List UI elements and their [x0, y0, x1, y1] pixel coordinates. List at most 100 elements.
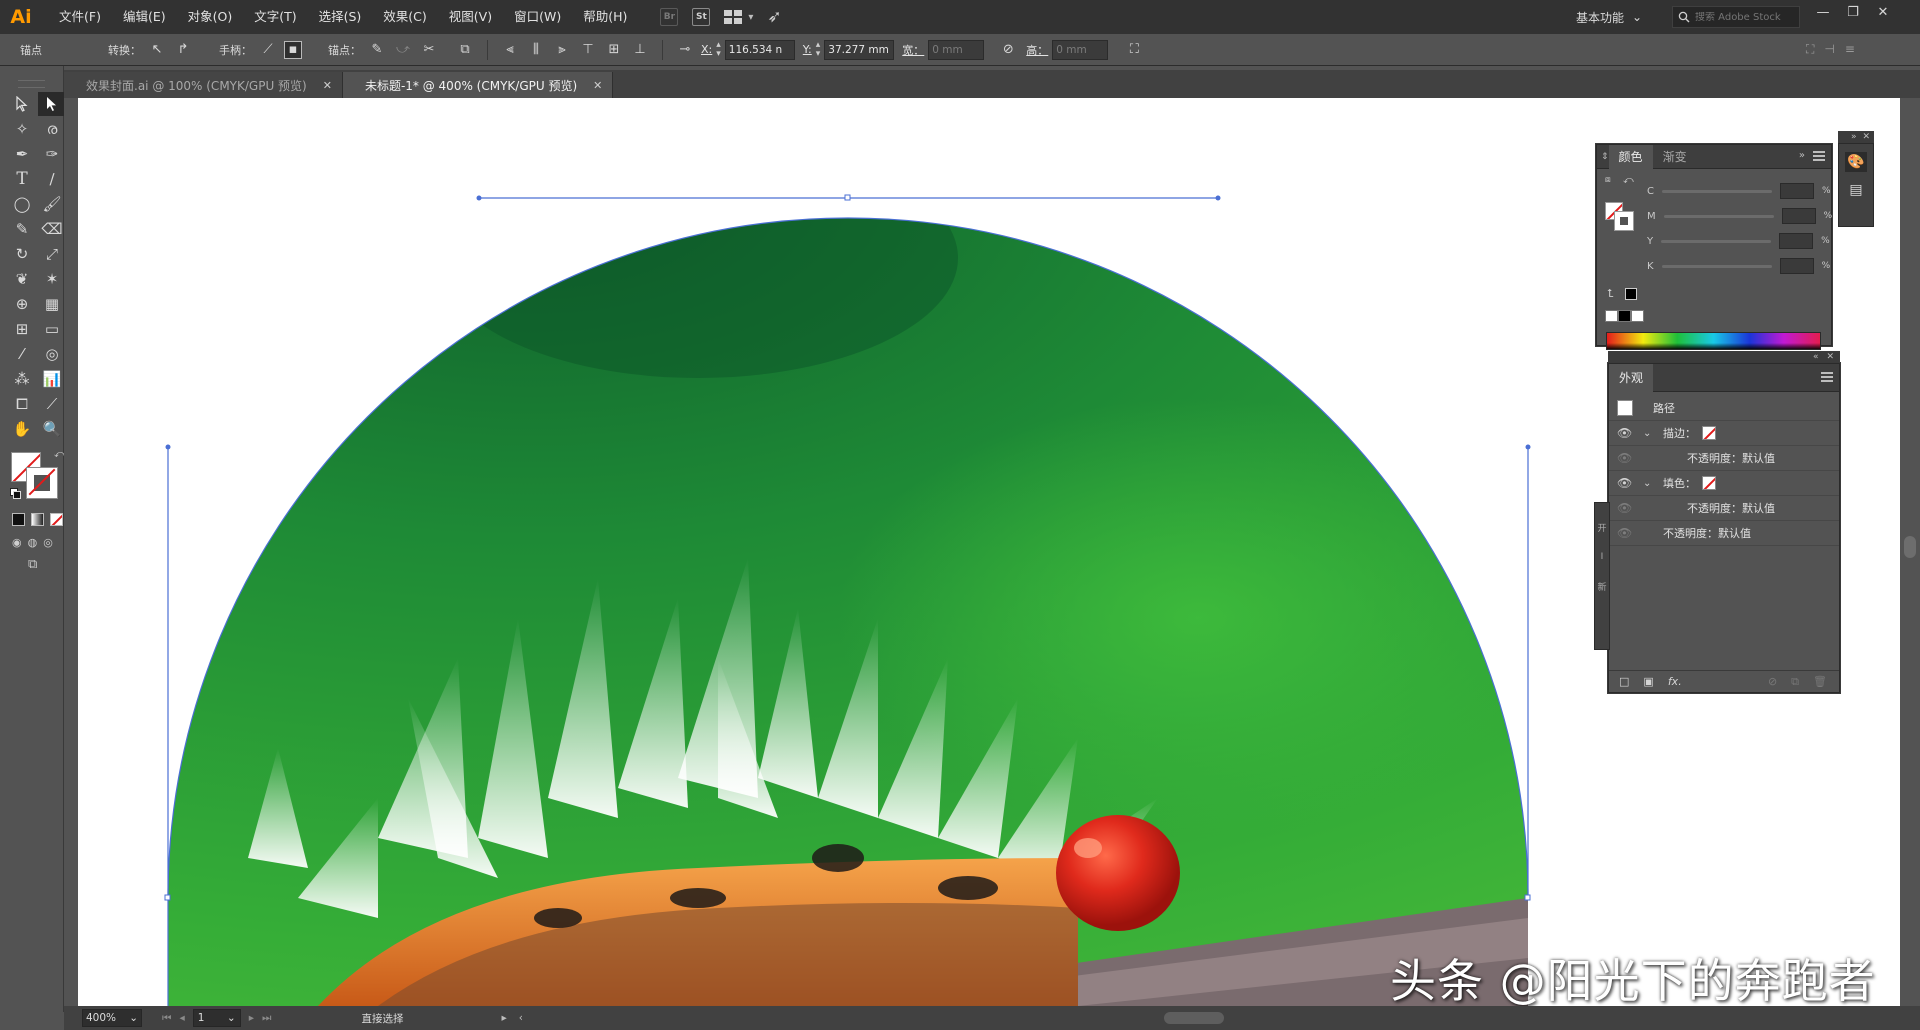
y-stepper[interactable]: ▴ ▾	[816, 40, 821, 59]
stroke-color-swatch[interactable]	[1702, 426, 1716, 440]
show-handles-icon[interactable]: ⟋	[258, 40, 278, 60]
align-middle-icon[interactable]: ⊞	[604, 40, 624, 60]
add-effect-icon[interactable]: fx.	[1668, 675, 1682, 688]
close-button[interactable]: ✕	[1868, 0, 1898, 24]
menu-edit[interactable]: 编辑(E)	[112, 0, 177, 34]
x-stepper[interactable]: ▴ ▾	[716, 40, 721, 59]
align-center-icon[interactable]: ⫼	[526, 40, 546, 60]
magenta-slider[interactable]	[1663, 214, 1774, 218]
default-colors-icon[interactable]: ⧈	[1605, 175, 1611, 185]
stroke-opacity-row[interactable]: 👁 不透明度：默认值	[1609, 446, 1839, 471]
width-field[interactable]: 0 mm	[928, 39, 985, 60]
tab-untitled-1[interactable]: 未标题-1* @ 400% (CMYK/GPU 预览) ✕	[342, 72, 614, 98]
menu-select[interactable]: 选择(S)	[308, 0, 373, 34]
close-panel-icon[interactable]: ✕	[1826, 351, 1834, 363]
tab-appearance[interactable]: 外观	[1609, 363, 1654, 392]
gpu-performance-icon[interactable]: ➶	[767, 7, 781, 27]
menu-file[interactable]: 文件(F)	[48, 0, 112, 34]
default-fill-stroke-icon[interactable]	[10, 488, 21, 499]
fill-opacity-label[interactable]: 不透明度：默认值	[1687, 500, 1775, 516]
hide-handles-icon[interactable]: ▪	[284, 40, 302, 59]
align-right-icon[interactable]: ⫸	[552, 40, 572, 60]
yellow-slider[interactable]	[1661, 239, 1772, 243]
eye-icon[interactable]: 👁	[1617, 476, 1632, 490]
chevron-down-icon[interactable]: ▾	[748, 12, 753, 23]
paintbrush-tool-icon[interactable]: 🖌	[38, 192, 66, 216]
yellow-input[interactable]	[1779, 233, 1814, 249]
horizontal-scroll-thumb[interactable]	[1164, 1012, 1224, 1024]
y-field[interactable]: 37.277 mm	[824, 39, 895, 60]
selection-tool-icon[interactable]	[8, 92, 36, 116]
cut-path-icon[interactable]: ✂	[419, 40, 439, 60]
mesh-tool-icon[interactable]: ⊞	[8, 317, 36, 341]
symbol-sprayer-tool-icon[interactable]: ⁂	[8, 367, 36, 391]
stroke-opacity-label[interactable]: 不透明度：默认值	[1687, 450, 1775, 466]
cyan-input[interactable]	[1779, 183, 1814, 199]
lasso-tool-icon[interactable]: ര	[38, 117, 66, 141]
color-mode-icon[interactable]	[12, 513, 25, 526]
panel-menu-icon[interactable]	[1821, 372, 1833, 382]
fill-color-swatch[interactable]	[1702, 476, 1716, 490]
status-menu-arrow-icon[interactable]: ▸	[501, 1012, 506, 1024]
gradient-mode-icon[interactable]	[31, 513, 44, 526]
swatches-icon[interactable]: ▤	[1845, 180, 1867, 200]
chevron-down-icon[interactable]: ⌄	[1643, 428, 1651, 439]
close-icon[interactable]: ✕	[593, 79, 602, 92]
align-top-icon[interactable]: ⊤	[578, 40, 598, 60]
tab-color[interactable]: 颜色	[1608, 144, 1653, 169]
zoom-dropdown[interactable]: 400% ⌄	[82, 1009, 142, 1027]
swap-colors-icon[interactable]: ⤺	[1623, 175, 1634, 186]
color-spectrum[interactable]	[1606, 332, 1821, 350]
shaper-tool-icon[interactable]: ✎	[8, 217, 36, 241]
chevron-down-icon[interactable]: ⌄	[1643, 478, 1651, 489]
align-bottom-icon[interactable]: ⊥	[630, 40, 650, 60]
fill-opacity-row[interactable]: 👁 不透明度：默认值	[1609, 496, 1839, 521]
eye-icon[interactable]: 👁	[1617, 426, 1632, 440]
minimize-button[interactable]: —	[1808, 0, 1838, 24]
height-field[interactable]: 0 mm	[1052, 39, 1109, 60]
column-graph-tool-icon[interactable]: 📊	[38, 367, 66, 391]
align-left-icon[interactable]: ⫷	[500, 40, 520, 60]
transform-icon[interactable]: ⧉	[455, 40, 475, 60]
x-field[interactable]: 116.534 n	[724, 39, 795, 60]
close-icon[interactable]: ✕	[323, 79, 332, 92]
pen-tool-icon[interactable]: ✒	[8, 142, 36, 166]
remove-anchor-icon[interactable]: ✎	[367, 40, 387, 60]
isolate-icon[interactable]: ⛶	[1124, 40, 1144, 60]
duplicate-item-icon[interactable]: ⧉	[1791, 675, 1799, 689]
toolbar-grip[interactable]	[18, 80, 45, 88]
ellipse-tool-icon[interactable]: ◯	[8, 192, 36, 216]
stock-search-input[interactable]	[1695, 11, 1791, 23]
shape-builder-tool-icon[interactable]: ⊕	[8, 292, 36, 316]
screen-mode-icon[interactable]: ⧉	[28, 557, 63, 572]
eyedropper-tool-icon[interactable]: ⁄	[8, 342, 36, 366]
constrain-link-icon[interactable]: ⊘	[998, 40, 1018, 60]
menu-help[interactable]: 帮助(H)	[572, 0, 638, 34]
color-guide-icon[interactable]: 🎨	[1845, 152, 1867, 172]
direct-selection-tool-icon[interactable]	[38, 92, 66, 116]
warp-tool-icon[interactable]: ❦	[8, 267, 36, 291]
black-slider[interactable]	[1661, 264, 1772, 268]
panel-stroke-swatch[interactable]	[1614, 211, 1634, 231]
clear-appearance-icon[interactable]: ⊘	[1768, 675, 1777, 689]
arrange-documents-icon[interactable]	[724, 10, 743, 24]
first-page-icon[interactable]: ⏮	[162, 1012, 171, 1025]
workspace-switcher[interactable]: 基本功能 ⌄	[1576, 0, 1642, 34]
puppet-warp-tool-icon[interactable]: ✶	[38, 267, 66, 291]
line-tool-icon[interactable]: ∕	[38, 167, 66, 191]
blend-tool-icon[interactable]: ◎	[38, 342, 66, 366]
eraser-tool-icon[interactable]: ⌫	[38, 217, 66, 241]
expand-dock-icon[interactable]: »	[1851, 131, 1857, 143]
stroke-row[interactable]: 👁 ⌄ 描边：	[1609, 421, 1839, 446]
draw-inside-icon[interactable]: ◎	[43, 536, 53, 549]
tab-gradient[interactable]: 渐变	[1653, 145, 1697, 169]
object-opacity-label[interactable]: 不透明度：默认值	[1663, 525, 1751, 541]
scale-tool-icon[interactable]: ⤢	[38, 242, 66, 266]
reference-point-icon[interactable]: ⊸	[675, 40, 695, 60]
last-color-swatch[interactable]	[1625, 288, 1637, 300]
gradient-tool-icon[interactable]: ▭	[38, 317, 66, 341]
zoom-tool-icon[interactable]: 🔍	[38, 417, 66, 441]
connect-anchor-icon[interactable]: ⤻	[393, 40, 413, 60]
vertical-scrollbar[interactable]	[1900, 98, 1920, 1006]
stock-icon[interactable]: St	[692, 8, 711, 26]
